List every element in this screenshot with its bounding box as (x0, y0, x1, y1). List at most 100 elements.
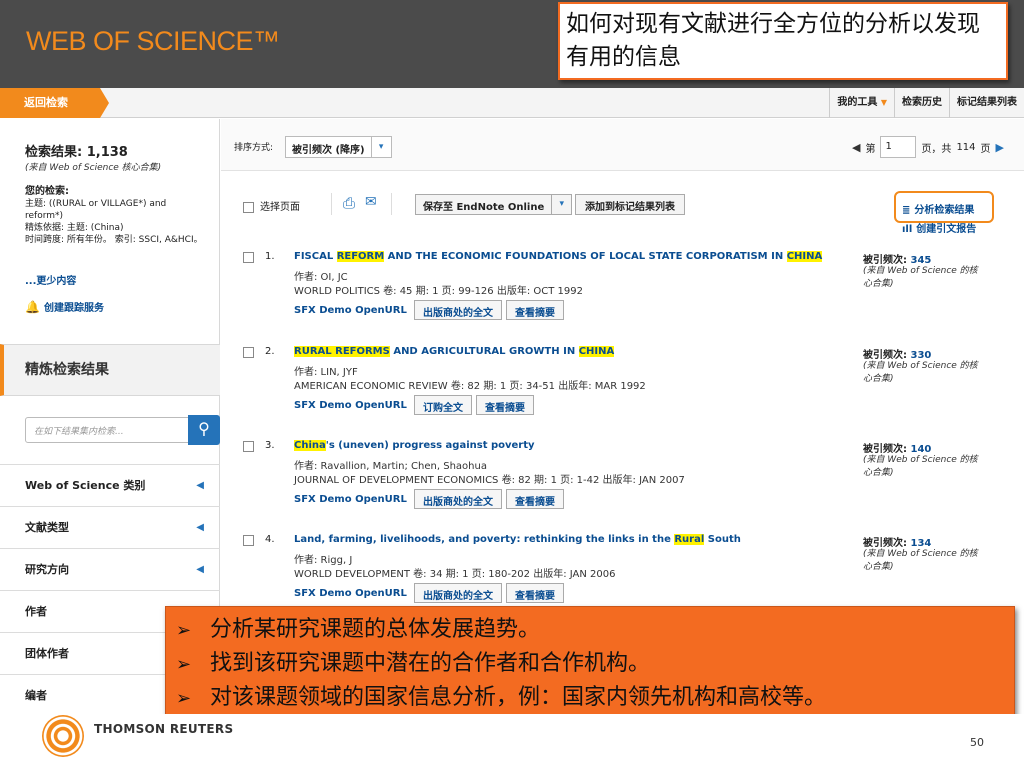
sfx-link[interactable]: SFX Demo OpenURL Link (294, 305, 410, 316)
add-to-marked-list-button[interactable]: 添加到标记结果列表 (575, 194, 685, 215)
title-text: Land, farming, livelihoods, and poverty:… (294, 534, 675, 545)
create-alert-link[interactable]: 🔔 创建跟踪服务 (25, 299, 104, 314)
record-links: SFX Demo OpenURL Link 出版商处的全文 查看摘要 (294, 300, 564, 320)
cite-report-label: 创建引文报告 (916, 224, 977, 235)
view-abstract-button[interactable]: 查看摘要 (476, 395, 534, 415)
save-label: 保存至 EndNote Online (423, 202, 545, 213)
record-title[interactable]: Land, farming, livelihoods, and poverty:… (294, 534, 834, 545)
view-abstract-button[interactable]: 查看摘要 (506, 489, 564, 509)
query-topic: 主题: ((RURAL or VILLAGE*) and reform*) (25, 199, 167, 221)
sfx-link[interactable]: SFX Demo OpenURL Link (294, 400, 410, 411)
times-cited: 被引频次: 134 (863, 534, 931, 549)
divider (331, 193, 332, 215)
select-page-checkbox[interactable] (243, 201, 254, 213)
page-input[interactable]: 1 (880, 136, 917, 158)
result-record: 3. China's (uneven) progress against pov… (221, 438, 1024, 532)
record-number: 4. (265, 534, 275, 545)
your-search-label: 您的检索: (25, 186, 69, 197)
refine-results-heading: 精炼检索结果 (0, 344, 220, 396)
times-cited: 被引频次: 345 (863, 251, 931, 266)
times-cited: 被引频次: 330 (863, 346, 931, 361)
title-text: AND AGRICULTURAL GROWTH IN (389, 346, 579, 357)
title-highlight: RURAL REFORMS (294, 346, 390, 357)
select-page[interactable]: 选择页面 (243, 198, 300, 213)
view-abstract-button[interactable]: 查看摘要 (506, 300, 564, 320)
times-cited: 被引频次: 140 (863, 440, 931, 455)
brand-name: THOMSON REUTERS (94, 722, 234, 736)
times-cited-note: (来自 Web of Science 的核心合集) (863, 455, 978, 478)
results-count: 检索结果: 1,138 (25, 145, 128, 160)
record-title[interactable]: China's (uneven) progress against povert… (294, 440, 834, 451)
record-checkbox[interactable] (243, 441, 254, 452)
caret-down-icon: ▼ (880, 98, 887, 107)
my-tools-menu[interactable]: 我的工具 ▼ (829, 88, 894, 118)
title-text: 's (uneven) progress against poverty (325, 440, 535, 451)
total-pages: 114 (956, 141, 976, 153)
marked-list-link[interactable]: 标记结果列表 (949, 88, 1024, 118)
record-source: WORLD POLITICS 卷: 45 期: 1 页: 99-126 出版年:… (294, 286, 583, 297)
title-highlight: Rural (674, 534, 705, 545)
result-record: 1. FISCAL REFORM AND THE ECONOMIC FOUNDA… (221, 249, 1024, 343)
record-title[interactable]: RURAL REFORMS AND AGRICULTURAL GROWTH IN… (294, 346, 834, 357)
sort-select[interactable]: 被引频次 (降序) ▾ (285, 136, 392, 158)
analyze-results-link[interactable]: ≣ 分析检索结果 (902, 201, 974, 216)
slide-footer: THOMSON REUTERS 50 (0, 714, 1024, 768)
page-number: 50 (970, 736, 984, 749)
analyze-label: 分析检索结果 (914, 205, 975, 216)
title-text: South (704, 534, 741, 545)
record-number: 3. (265, 440, 275, 451)
my-tools-label: 我的工具 (837, 97, 878, 108)
refine-search-input[interactable]: 在如下结果集内检索... (25, 417, 190, 443)
full-text-button[interactable]: 出版商处的全文 (414, 489, 502, 509)
record-source: AMERICAN ECONOMIC REVIEW 卷: 82 期: 1 页: 3… (294, 381, 646, 392)
prev-page-icon[interactable]: ◀ (852, 141, 860, 154)
page-unit: 页 (980, 143, 991, 155)
record-authors: 作者: LIN, JYF (294, 367, 358, 378)
title-text: AND THE ECONOMIC FOUNDATIONS OF LOCAL ST… (384, 251, 787, 262)
sfx-link[interactable]: SFX Demo OpenURL Link (294, 588, 410, 599)
record-links: SFX Demo OpenURL Link 订购全文 查看摘要 (294, 395, 534, 415)
arrow-bullet-icon: ➢ (176, 654, 192, 675)
results-source: (来自 Web of Science 核心合集) (25, 163, 162, 173)
record-checkbox[interactable] (243, 252, 254, 263)
facet-research-area[interactable]: 研究方向 ◀ (0, 548, 220, 590)
full-text-button[interactable]: 出版商处的全文 (414, 300, 502, 320)
title-text: FISCAL (294, 251, 337, 262)
title-highlight: China (294, 440, 326, 451)
search-icon[interactable]: ⚲ (188, 415, 220, 445)
divider (391, 193, 392, 215)
nav-bar: 返回检索 我的工具 ▼ 检索历史 标记结果列表 (0, 88, 1024, 118)
record-checkbox[interactable] (243, 347, 254, 358)
print-icon[interactable]: ⎙ (343, 194, 355, 212)
caret-left-icon: ◀ (196, 480, 204, 491)
nav-right: 我的工具 ▼ 检索历史 标记结果列表 (829, 88, 1024, 118)
record-title[interactable]: FISCAL REFORM AND THE ECONOMIC FOUNDATIO… (294, 251, 834, 262)
facet-document-type[interactable]: 文献类型 ◀ (0, 506, 220, 548)
order-full-text-button[interactable]: 订购全文 (414, 395, 472, 415)
bottom-callout: ➢ 分析某研究课题的总体发展趋势。 ➢ 找到该研究课题中潜在的合作者和合作机构。 ➢… (165, 606, 1015, 721)
facet-label: 作者 (25, 605, 47, 618)
query-timespan: 时间跨度: 所有年份。 索引: SSCI, A&HCI。 (25, 235, 203, 245)
full-text-button[interactable]: 出版商处的全文 (414, 583, 502, 603)
facet-label: 团体作者 (25, 647, 69, 660)
view-abstract-button[interactable]: 查看摘要 (506, 583, 564, 603)
top-callout: 如何对现有文献进行全方位的分析以发现有用的信息 (558, 2, 1008, 80)
save-to-endnote-button[interactable]: 保存至 EndNote Online ▾ (415, 194, 573, 215)
email-icon[interactable]: ✉ (365, 194, 377, 210)
sort-bar: 排序方式: 被引频次 (降序) ▾ ◀ 第 1 页，共 114 页 ▶ (221, 119, 1024, 171)
sfx-link[interactable]: SFX Demo OpenURL Link (294, 494, 410, 505)
record-number: 1. (265, 251, 275, 262)
bullet-item: ➢ 分析某研究课题的总体发展趋势。 (176, 613, 1004, 647)
pager: ◀ 第 1 页，共 114 页 ▶ (852, 136, 1004, 158)
less-content-link[interactable]: ...更少内容 (25, 272, 76, 287)
select-page-label: 选择页面 (260, 202, 300, 213)
arrow-bullet-icon: ➢ (176, 620, 192, 641)
search-history-link[interactable]: 检索历史 (894, 88, 949, 118)
facet-wos-category[interactable]: Web of Science 类别 ◀ (0, 464, 220, 506)
record-checkbox[interactable] (243, 535, 254, 546)
times-cited-note: (来自 Web of Science 的核心合集) (863, 266, 978, 289)
next-page-icon[interactable]: ▶ (996, 141, 1004, 154)
chevron-down-icon: ▾ (551, 195, 571, 214)
back-to-search-button[interactable]: 返回检索 (0, 88, 109, 118)
citation-report-link[interactable]: ıll 创建引文报告 (902, 220, 976, 235)
